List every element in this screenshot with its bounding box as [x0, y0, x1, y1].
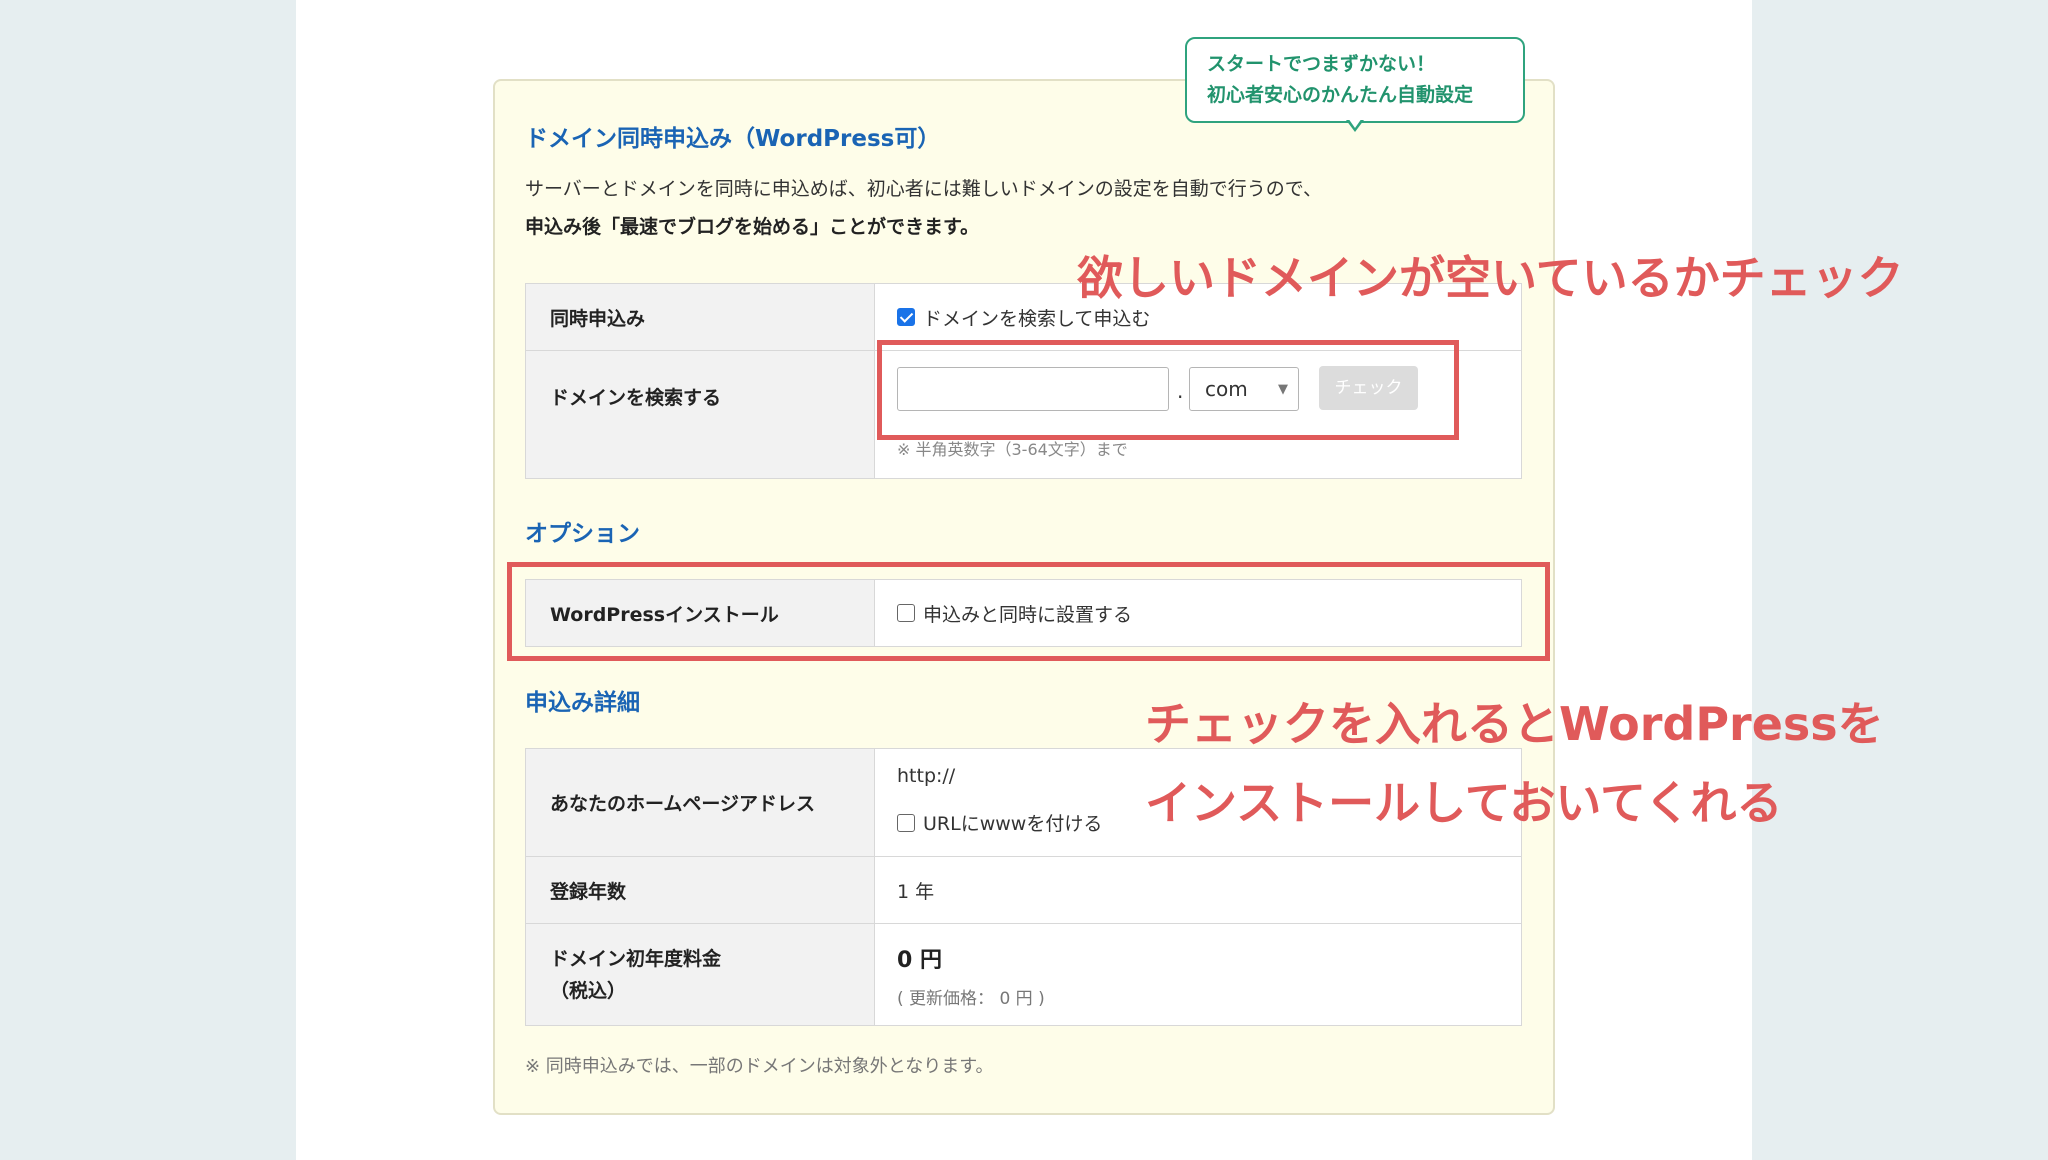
www-option: URLにwwwを付ける — [897, 809, 1102, 836]
section-title: ドメイン同時申込み（WordPress可） — [525, 126, 941, 152]
intro-text-1: サーバーとドメインを同時に申込めば、初心者には難しいドメインの設定を自動で行うの… — [525, 178, 1323, 200]
www-checkbox-label[interactable]: URLにwwwを付ける — [923, 809, 1102, 836]
annotation-wp-line-1: チェックを入れるとWordPressを — [1145, 697, 1884, 751]
bubble-line-1: スタートでつまずかない！ — [1207, 53, 1436, 75]
www-checkbox[interactable] — [897, 813, 915, 832]
fee-value: 0 円 — [897, 948, 942, 973]
table-row: 登録年数 1 年 — [526, 856, 1521, 923]
bubble-line-2: 初心者安心のかんたん自動設定 — [1207, 84, 1474, 106]
annotation-wp-line-2: インストールしておいてくれる — [1145, 776, 1783, 830]
simultaneous-checkbox[interactable] — [897, 308, 915, 326]
years-label: 登録年数 — [526, 857, 875, 923]
address-label: あなたのホームページアドレス — [526, 749, 875, 856]
fee-label: ドメイン初年度料金 （税込） — [526, 924, 875, 1025]
simultaneous-label: 同時申込み — [526, 284, 875, 350]
bubble-tail — [1346, 118, 1364, 132]
footnote: ※ 同時申込みでは、一部のドメインは対象外となります。 — [525, 1056, 994, 1077]
highlight-domain-search — [877, 340, 1459, 440]
address-value: http:// — [897, 765, 956, 787]
details-title: 申込み詳細 — [525, 690, 640, 716]
intro-text-2: 申込み後「最速でブログを始める」ことができます。 — [525, 216, 980, 238]
search-label: ドメインを検索する — [526, 351, 875, 478]
highlight-wp-install — [507, 562, 1550, 661]
years-value: 1 年 — [897, 880, 935, 903]
promo-bubble: スタートでつまずかない！ 初心者安心のかんたん自動設定 — [1185, 37, 1525, 123]
fee-label-line-1: ドメイン初年度料金 — [550, 947, 722, 970]
fee-renewal: ( 更新価格： 0 円 ) — [897, 989, 1045, 1009]
fee-label-line-2: （税込） — [550, 979, 627, 1002]
options-title: オプション — [525, 521, 640, 547]
annotation-check-domain: 欲しいドメインが空いているかチェック — [1077, 251, 1904, 305]
fee-cell: 0 円 ( 更新価格： 0 円 ) — [875, 924, 1521, 1025]
table-row: ドメイン初年度料金 （税込） 0 円 ( 更新価格： 0 円 ) — [526, 923, 1521, 1025]
